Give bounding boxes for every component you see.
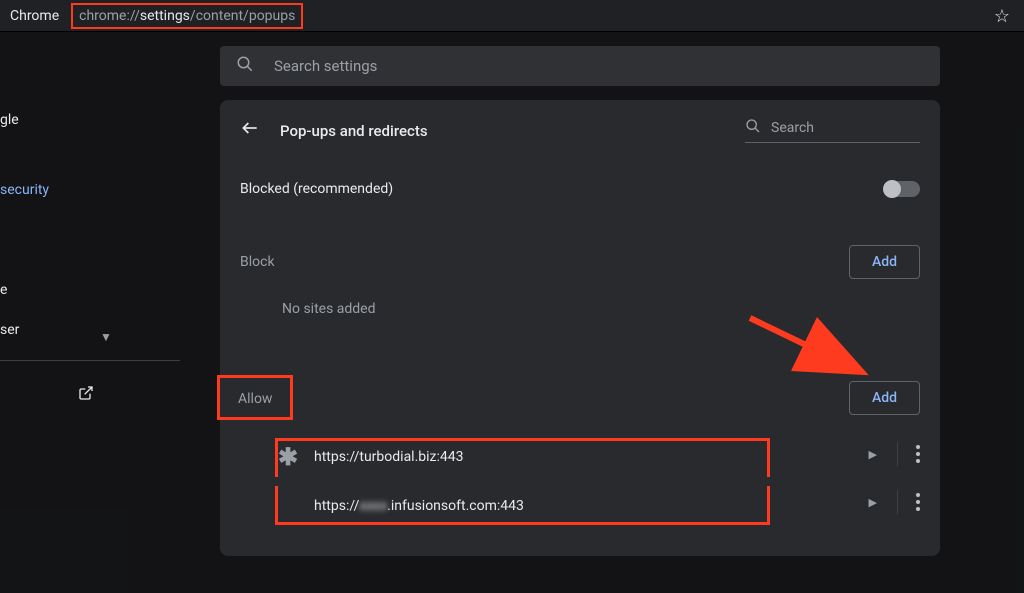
- allow-section-label: Allow: [238, 391, 272, 407]
- panel-search-input[interactable]: Search: [745, 118, 920, 143]
- sidebar-collapse-chevron-icon[interactable]: ▼: [100, 330, 112, 344]
- block-section-label: Block: [240, 254, 275, 270]
- site-more-menu-icon[interactable]: [916, 445, 920, 463]
- browser-name: Chrome: [10, 8, 59, 24]
- url-highlight: settings: [140, 8, 190, 24]
- toggle-knob: [883, 180, 901, 198]
- url-prefix: chrome://: [79, 8, 140, 24]
- sidebar-item-google[interactable]: gle: [0, 100, 180, 140]
- action-divider: [897, 442, 898, 466]
- wildcard-icon: ✱: [278, 447, 298, 467]
- block-add-button[interactable]: Add: [849, 245, 920, 279]
- block-no-sites-text: No sites added: [220, 289, 940, 327]
- site-more-menu-icon[interactable]: [916, 493, 920, 511]
- sidebar-item-privacy-security[interactable]: security: [0, 170, 180, 210]
- blocked-toggle-row: Blocked (recommended): [220, 161, 940, 207]
- allow-site-row-0[interactable]: ✱ https://turbodial.biz:443 ▶: [220, 430, 940, 478]
- action-divider: [897, 490, 898, 514]
- sidebar-external-link-icon[interactable]: [78, 385, 94, 405]
- allow-site-row-1[interactable]: https://xxxx.infusionsoft.com:443 ▶: [220, 478, 940, 526]
- browser-address-bar: Chrome chrome://settings/content/popups …: [0, 0, 1024, 32]
- block-section-header: Block Add: [220, 227, 940, 289]
- site-url-1: https://xxxx.infusionsoft.com:443: [314, 498, 524, 514]
- search-settings-bar[interactable]: Search settings: [220, 46, 940, 86]
- site-url-0: https://turbodial.biz:443: [314, 449, 463, 465]
- site-expand-chevron-icon[interactable]: ▶: [869, 496, 877, 509]
- bookmark-star-icon[interactable]: ☆: [994, 6, 1010, 27]
- site-favicon-icon: [278, 496, 298, 516]
- site-expand-chevron-icon[interactable]: ▶: [869, 448, 877, 461]
- back-arrow-icon[interactable]: [240, 118, 260, 143]
- blocked-toggle[interactable]: [884, 181, 920, 197]
- sidebar-divider: [0, 360, 180, 361]
- search-settings-placeholder: Search settings: [274, 57, 377, 75]
- search-icon: [236, 55, 254, 77]
- panel-title: Pop-ups and redirects: [280, 122, 428, 140]
- url-suffix: /content/popups: [190, 8, 295, 24]
- panel-search-icon: [745, 118, 761, 138]
- popups-settings-panel: Pop-ups and redirects Search Blocked (re…: [220, 100, 940, 556]
- allow-section-header: Allow Add: [220, 357, 940, 430]
- sidebar-item-search-engine[interactable]: e: [0, 270, 180, 310]
- allow-label-highlight-box: Allow: [217, 375, 293, 420]
- settings-sidebar: gle security e ser: [0, 100, 180, 350]
- blocked-label: Blocked (recommended): [240, 181, 393, 197]
- panel-header: Pop-ups and redirects Search: [220, 100, 940, 161]
- panel-search-placeholder: Search: [771, 120, 814, 136]
- url-box-highlighted[interactable]: chrome://settings/content/popups: [71, 3, 303, 29]
- sidebar-item-default-browser[interactable]: ser: [0, 310, 180, 350]
- allow-add-button[interactable]: Add: [849, 381, 920, 415]
